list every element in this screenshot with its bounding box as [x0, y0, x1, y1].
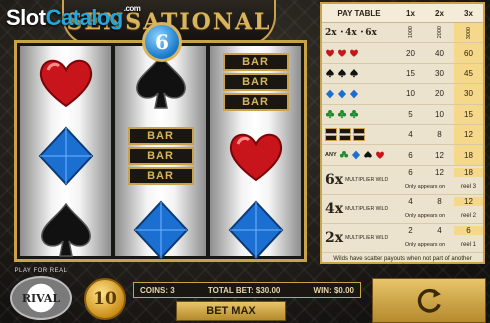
- paytable-row-spade: 15 30 45: [322, 63, 483, 85]
- paytable-row-heart: 20 40 60: [322, 43, 483, 64]
- paytable-bet-level-row: 2x • 4x • 6x 1000 2000 3000: [322, 23, 483, 44]
- paytable-row-any: ANY 6 12 18: [322, 145, 483, 166]
- win-value: $0.00: [333, 285, 354, 295]
- diamond-icon: [325, 89, 335, 99]
- triple-bar-symbol: BAR BAR BAR: [115, 120, 206, 192]
- slotcatalog-watermark: SlotCatalog.com: [6, 4, 141, 30]
- reel-area: BAR BAR BAR BAR BAR BAR: [14, 40, 307, 262]
- heart-symbol: [20, 46, 111, 118]
- reel-3: BAR BAR BAR: [210, 46, 301, 260]
- bet-max-button[interactable]: BET MAX: [176, 301, 286, 321]
- club-icon: [349, 110, 359, 119]
- spade-icon: [363, 150, 372, 158]
- coin-value-button[interactable]: 10: [84, 278, 126, 320]
- club-icon: [339, 150, 348, 158]
- reel-1: [20, 46, 111, 257]
- diamond-icon: [337, 89, 347, 99]
- paytable-footer: Wilds have scatter payouts when not part…: [333, 255, 472, 270]
- heart-icon: [326, 49, 334, 57]
- spade-symbol: [20, 194, 111, 266]
- diamond-icon: [349, 89, 359, 99]
- paytable-row-diamond: 10 20 30: [322, 84, 483, 105]
- heart-icon: [375, 151, 384, 159]
- bar-icon: [339, 127, 351, 142]
- paytable-row-wild-4x: 4x MULTIPLIER WILD 4 8 12 Only appears on re…: [322, 195, 483, 224]
- diamond-symbol: [115, 194, 206, 266]
- club-icon: [325, 110, 335, 119]
- reel-2: BAR BAR BAR: [115, 46, 206, 260]
- paytable-row-wild-2x: 2x MULTIPLIER WILD 246 Only appears on ree…: [322, 224, 483, 253]
- triple-bar-symbol: BAR BAR BAR: [210, 46, 301, 118]
- heart-icon: [338, 49, 346, 57]
- club-icon: [337, 110, 347, 119]
- rival-logo: RIVAL: [10, 276, 72, 320]
- rival-play-for-real[interactable]: PLAY FOR REAL RIVAL: [6, 268, 76, 323]
- diamond-symbol: [210, 194, 301, 266]
- spade-icon: [350, 69, 358, 78]
- diamond-symbol: [20, 120, 111, 192]
- diamond-icon: [351, 150, 360, 160]
- heart-icon: [350, 49, 358, 57]
- paytable-row-club: 5 10 15: [322, 104, 483, 125]
- bar-icon: [353, 127, 365, 142]
- bar-icon: [325, 127, 337, 142]
- pay-table: PAY TABLE 1x 2x 3x 2x • 4x • 6x 1000 2000 30…: [320, 2, 485, 270]
- bet-info-bar: COINS: 3 TOTAL BET: $30.00 WIN: $0.00: [133, 282, 361, 298]
- paytable-row-bar: 4 8 12: [322, 124, 483, 146]
- spin-button[interactable]: [372, 278, 486, 323]
- paytable-header: PAY TABLE 1x 2x 3x: [322, 4, 483, 23]
- spin-arrows-icon: [417, 288, 441, 313]
- spade-icon: [338, 69, 346, 78]
- total-bet-value: $30.00: [255, 285, 281, 295]
- spade-icon: [326, 69, 334, 78]
- heart-symbol: [210, 120, 301, 192]
- logo-six-badge: 6: [142, 22, 182, 62]
- paytable-row-wild-6x: 6x MULTIPLIER WILD 6 12 18 Only appears on r…: [322, 166, 483, 195]
- coins-value: 3: [170, 285, 175, 295]
